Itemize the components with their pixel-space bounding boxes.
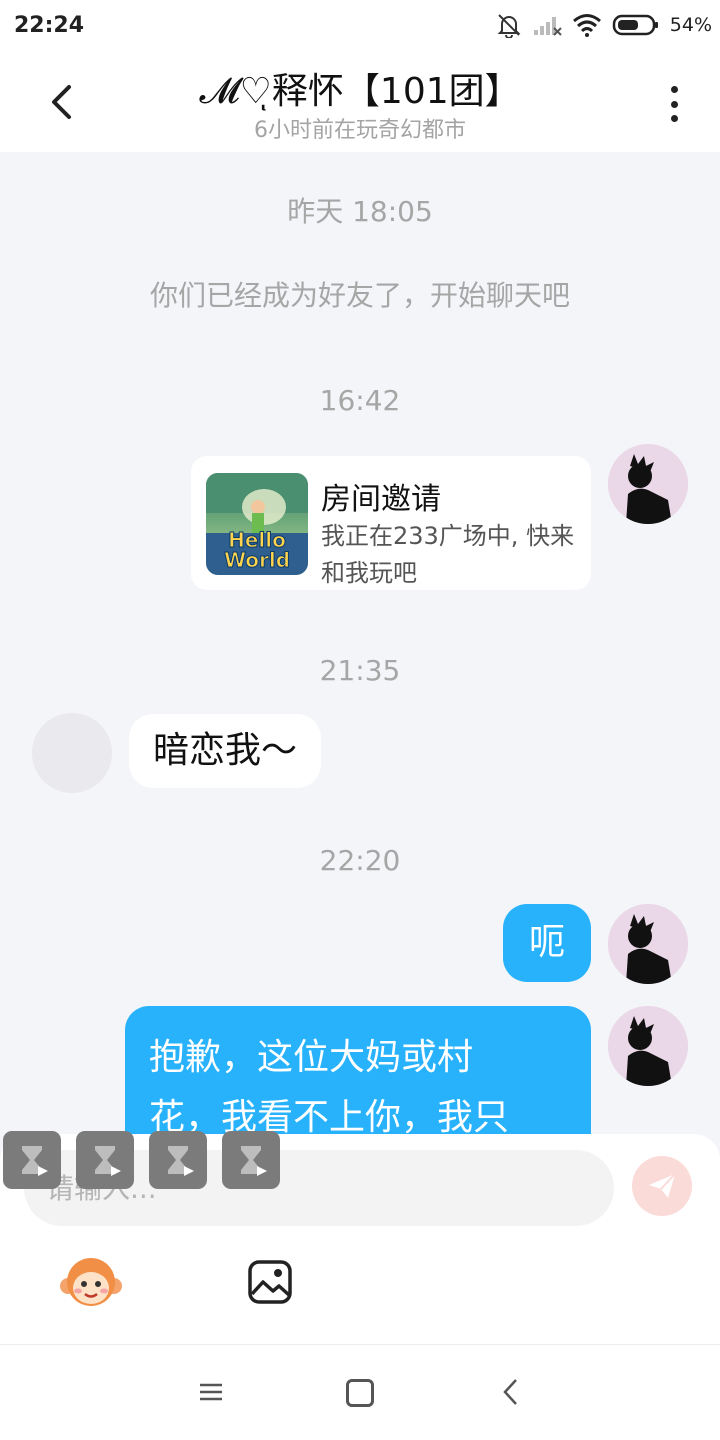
send-button[interactable]: [632, 1156, 692, 1216]
back-arrow-icon: [503, 1379, 517, 1405]
my-avatar[interactable]: [608, 904, 688, 984]
my-avatar[interactable]: [608, 444, 688, 524]
hourglass-play-button[interactable]: [149, 1131, 207, 1189]
game-thumbnail: Hello World: [206, 473, 308, 575]
send-icon: [649, 1173, 676, 1198]
image-button[interactable]: [246, 1258, 294, 1306]
timestamp: 16:42: [319, 384, 401, 417]
hourglass-play-button[interactable]: [3, 1131, 61, 1189]
outgoing-message[interactable]: 呃: [503, 904, 591, 982]
timestamp: 22:20: [319, 844, 401, 877]
status-bar: 22:24 54%: [0, 0, 720, 54]
outgoing-message-long[interactable]: 抱歉，这位大妈或村 花，我看不上你，我只: [125, 1006, 591, 1134]
dot-icon: [670, 100, 678, 108]
room-invite-card[interactable]: Hello World 房间邀请 我正在233广场中, 快来和我玩吧: [191, 456, 591, 590]
system-nav-bar: [0, 1344, 720, 1440]
wifi-icon: [572, 14, 601, 37]
recent-apps-button[interactable]: [196, 1377, 226, 1407]
chat-area[interactable]: 昨天 18:05 你们已经成为好友了，开始聊天吧 16:42 Hello Wor…: [0, 152, 720, 1134]
home-button[interactable]: [346, 1379, 374, 1407]
hourglass-icon: [22, 1146, 48, 1176]
chat-title: 𝓜♡ͅ释怀【101团】: [199, 71, 521, 112]
friend-avatar[interactable]: [32, 713, 112, 793]
dot-icon: [670, 86, 678, 93]
emoji-button[interactable]: [60, 1254, 122, 1310]
floating-toolbar: [0, 1128, 300, 1194]
chat-header: 𝓜♡ͅ释怀【101团】 6小时前在玩奇幻都市: [0, 54, 720, 152]
timestamp: 21:35: [319, 654, 401, 687]
more-options-button[interactable]: [658, 80, 690, 128]
system-message: 你们已经成为好友了，开始聊天吧: [149, 279, 570, 312]
status-icons: 54%: [496, 12, 712, 38]
mute-bell-icon: [497, 14, 521, 38]
menu-icon: [200, 1383, 222, 1401]
dot-icon: [670, 115, 678, 122]
my-avatar[interactable]: [608, 1006, 688, 1086]
timestamp: 昨天 18:05: [287, 195, 433, 228]
image-icon: [248, 1260, 292, 1304]
thumb-text: World: [224, 548, 290, 572]
chat-subtitle: 6小时前在玩奇幻都市: [254, 118, 466, 143]
message-line: 抱歉，这位大妈或村: [149, 1037, 474, 1078]
signal-icon: [533, 17, 562, 36]
monkey-emoji-icon: [60, 1258, 122, 1306]
hourglass-icon: [168, 1146, 194, 1176]
invite-title: 房间邀请: [321, 482, 441, 517]
hourglass-icon: [95, 1146, 121, 1176]
status-time: 22:24: [14, 13, 85, 38]
system-back-button[interactable]: [496, 1377, 526, 1407]
hourglass-play-button[interactable]: [222, 1131, 280, 1189]
hourglass-play-button[interactable]: [76, 1131, 134, 1189]
battery-icon: [612, 14, 658, 36]
invite-description: 我正在233广场中, 快来和我玩吧: [321, 522, 575, 587]
incoming-message[interactable]: 暗恋我～: [129, 714, 322, 788]
battery-percent: 54%: [669, 14, 712, 36]
hourglass-icon: [241, 1146, 267, 1176]
